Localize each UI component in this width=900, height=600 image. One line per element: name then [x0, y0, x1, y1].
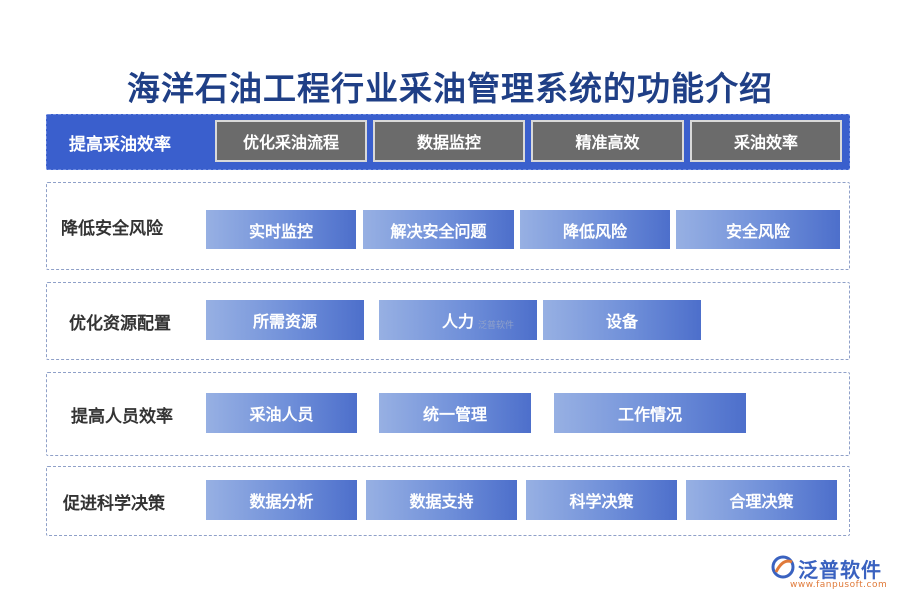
feature-chip: 科学决策 — [526, 480, 677, 520]
feature-chip: 采油人员 — [206, 393, 357, 433]
feature-chip: 实时监控 — [206, 210, 356, 249]
feature-chip: 合理决策 — [686, 480, 837, 520]
fanpu-logo-icon — [771, 555, 795, 579]
row-label: 促进科学决策 — [63, 493, 165, 514]
feature-chip: 统一管理 — [379, 393, 531, 433]
feature-chip: 解决安全问题 — [363, 210, 514, 249]
feature-chip: 采油效率 — [690, 120, 842, 162]
feature-chip: 数据监控 — [373, 120, 525, 162]
row-label: 提高采油效率 — [69, 134, 171, 155]
feature-chip: 数据分析 — [206, 480, 357, 520]
feature-chip: 数据支持 — [366, 480, 517, 520]
brand-logo: 泛普软件 www.fanpusoft.com — [770, 554, 895, 594]
row-label: 优化资源配置 — [69, 313, 171, 334]
page-title: 海洋石油工程行业采油管理系统的功能介绍 — [127, 69, 773, 108]
row-label: 提高人员效率 — [71, 406, 173, 427]
feature-chip: 降低风险 — [520, 210, 670, 249]
feature-chip: 工作情况 — [554, 393, 746, 433]
logo-url: www.fanpusoft.com — [790, 580, 888, 590]
row-label: 降低安全风险 — [61, 218, 163, 239]
feature-chip: 精准高效 — [531, 120, 684, 162]
feature-chip: 优化采油流程 — [215, 120, 367, 162]
feature-chip: 所需资源 — [206, 300, 364, 340]
watermark: 泛普软件 — [478, 321, 515, 331]
feature-chip: 安全风险 — [676, 210, 840, 249]
feature-chip: 设备 — [543, 300, 701, 340]
logo-name: 泛普软件 — [798, 558, 882, 582]
